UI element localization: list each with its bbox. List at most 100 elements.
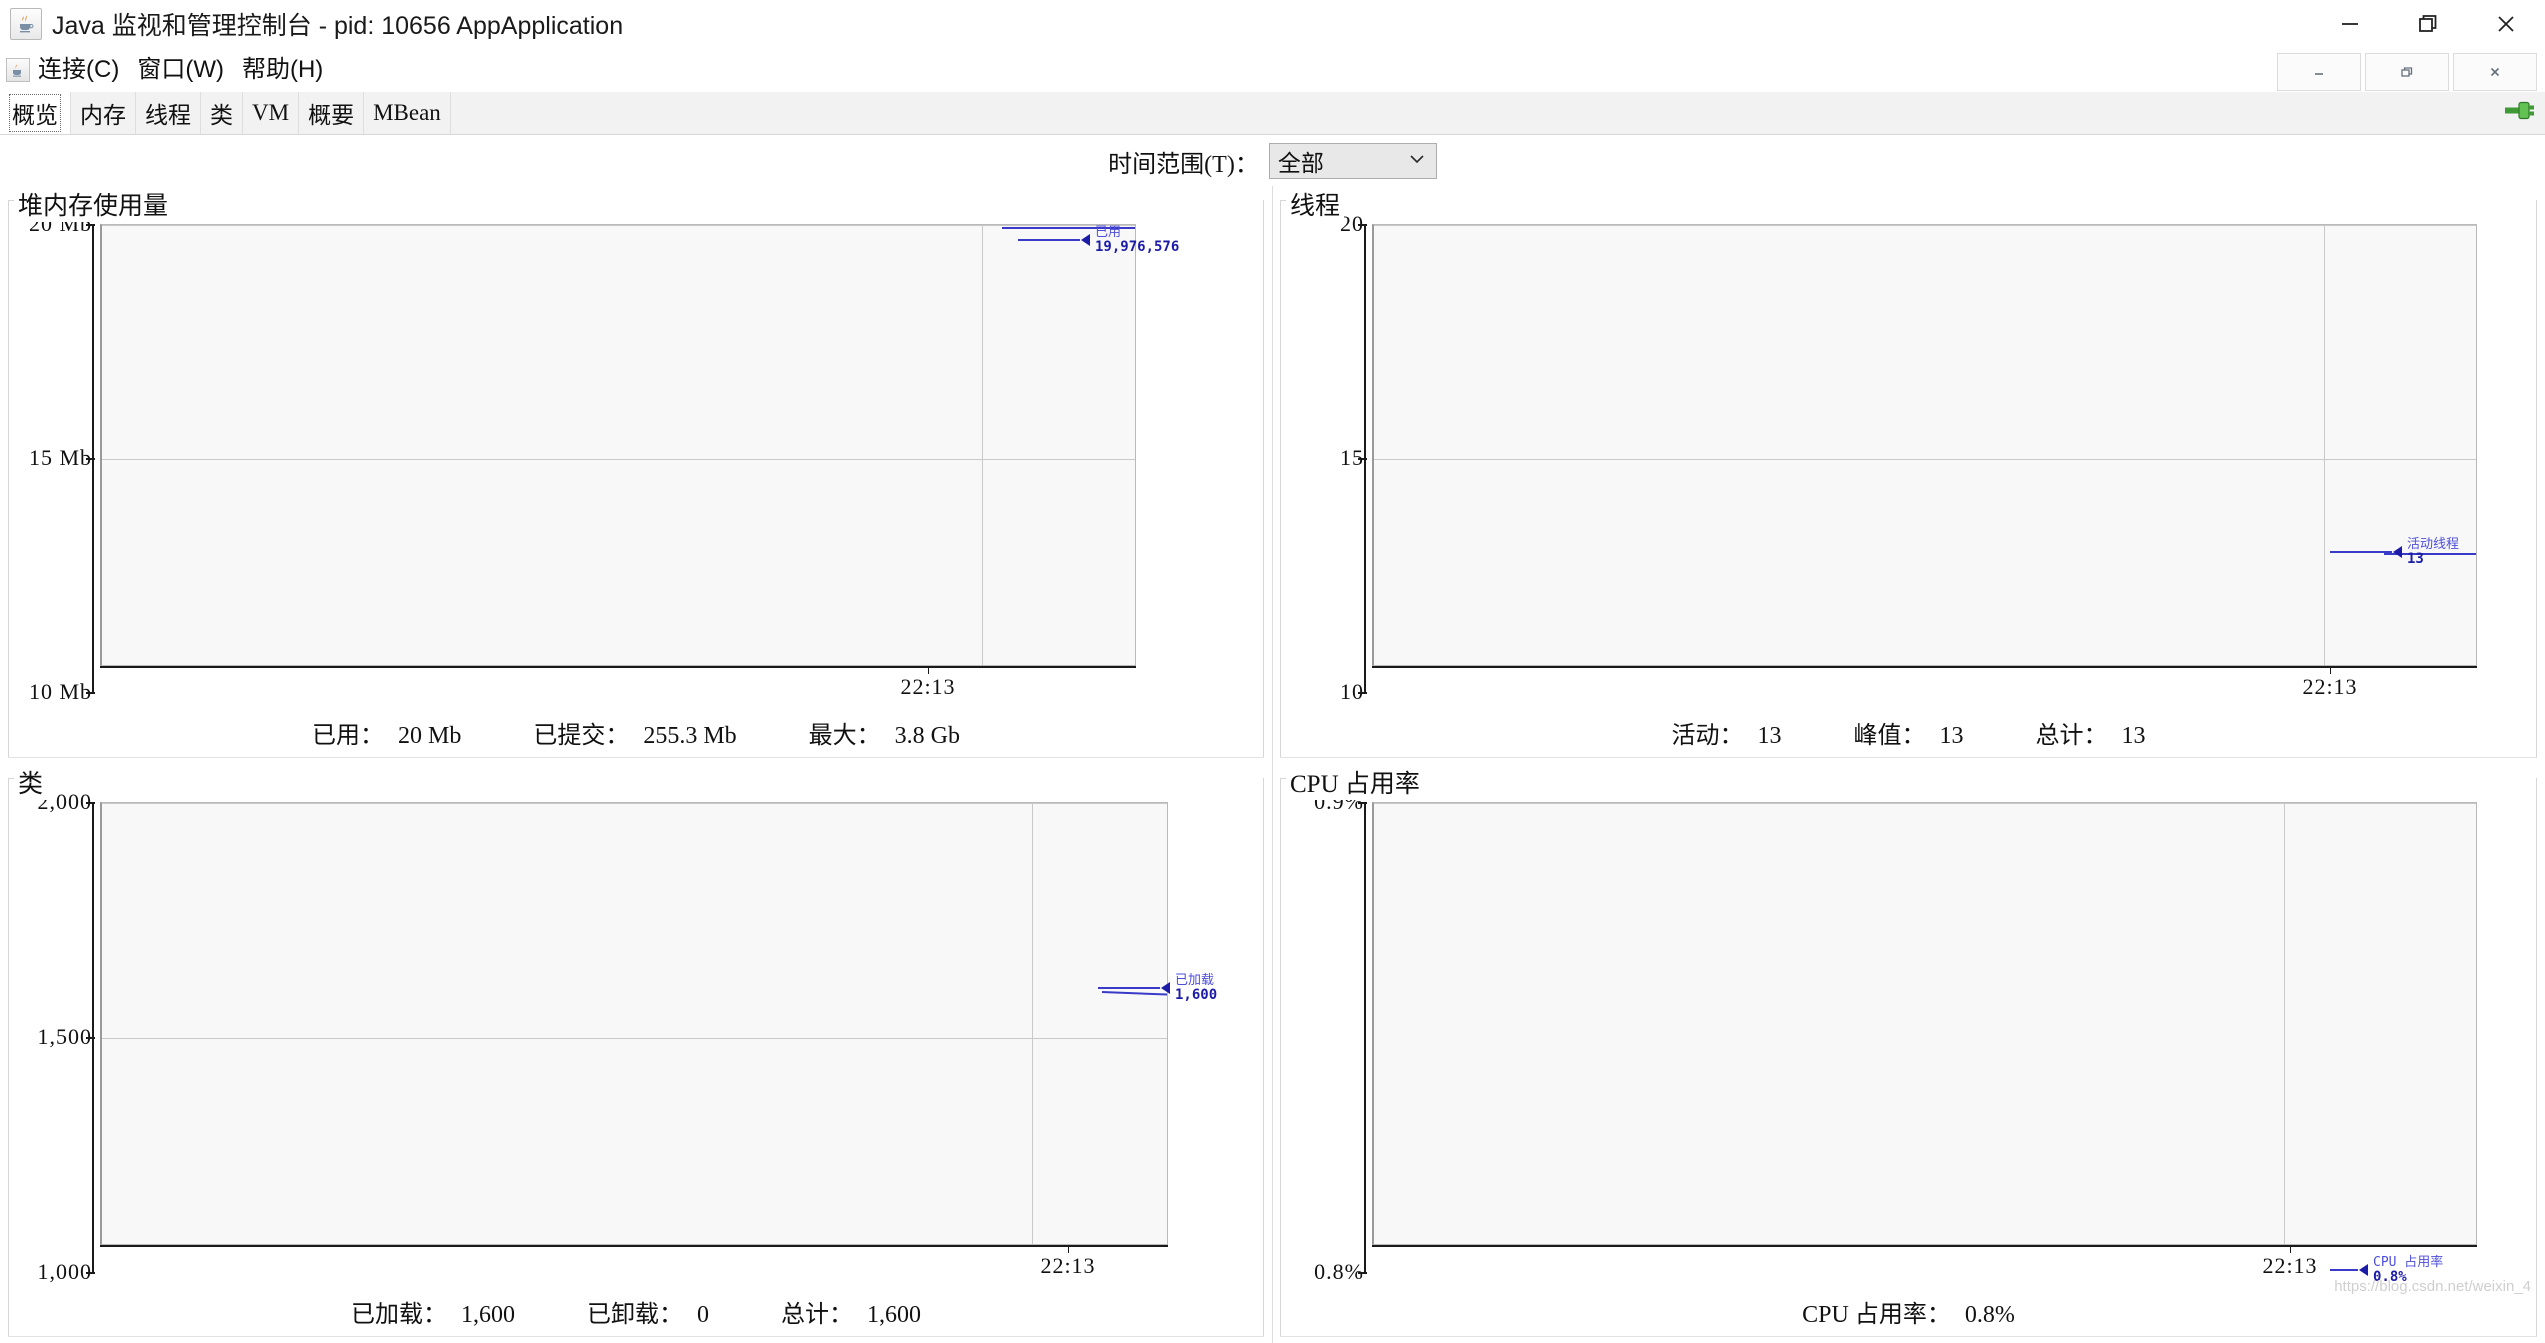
- threads-status-line: 活动： 13 峰值： 13 总计： 13: [1280, 715, 2537, 750]
- minimize-icon[interactable]: [2311, 0, 2389, 48]
- cpu-status-usage-value: 0.8%: [1964, 1302, 2015, 1328]
- threads-legend-value: 13: [2407, 550, 2424, 567]
- classes-plot-area[interactable]: [100, 802, 1168, 1245]
- classes-y-axis: 2,000 1,500 1,000: [8, 789, 100, 1284]
- chart-heap-memory[interactable]: 20 Mb 15 Mb 10 Mb 22:13 已用 19,976,576: [8, 211, 1264, 704]
- cpu-legend: CPU 占用率 0.8%: [2330, 1256, 2443, 1284]
- classes-status-loaded-value: 1,600: [461, 1302, 515, 1328]
- tab-classes[interactable]: 类: [201, 92, 243, 134]
- threads-plot-area[interactable]: [1372, 224, 2477, 666]
- threads-legend: 活动线程 13: [2330, 538, 2459, 566]
- mdi-minimize-icon[interactable]: [2277, 53, 2361, 91]
- panel-threads-title: 线程: [1286, 186, 1345, 222]
- classes-status-total-value: 1,600: [867, 1302, 921, 1328]
- classes-x-tick-time: 22:13: [1040, 1253, 1096, 1278]
- threads-status-total: 总计： 13: [2036, 715, 2146, 750]
- chart-threads[interactable]: 20 15 10 22:13 活动线程 13: [1280, 211, 2537, 704]
- heap-legend-arrow-icon: [1081, 234, 1090, 247]
- cpu-status-usage-label: CPU 占用率：: [1802, 1302, 1951, 1328]
- menu-item-window[interactable]: 窗口(W): [137, 58, 224, 82]
- classes-status-divider: [8, 1336, 1264, 1337]
- threads-legend-name: 活动线程: [2407, 537, 2460, 552]
- cpu-status-usage: CPU 占用率： 0.8%: [1802, 1294, 2015, 1329]
- cpu-legend-arrow-icon: [2359, 1264, 2368, 1277]
- heap-x-tick-time: 22:13: [900, 674, 956, 699]
- window-title: Java 监视和管理控制台 - pid: 10656 AppApplicatio…: [52, 12, 624, 40]
- window-controls: [2311, 0, 2545, 48]
- restore-icon[interactable]: [2389, 0, 2467, 48]
- cpu-status-line: CPU 占用率： 0.8%: [1280, 1294, 2537, 1329]
- threads-y-axis: 20 15 10: [1280, 211, 1372, 704]
- tab-vm[interactable]: VM: [243, 92, 300, 134]
- heap-legend-name: 已用: [1095, 225, 1122, 240]
- chart-cpu-usage[interactable]: 0.9% 0.8% 22:13 CPU 占用率 0.8%: [1280, 789, 2537, 1284]
- cpu-status-divider: [1280, 1336, 2537, 1337]
- threads-status-live-value: 13: [1757, 723, 1782, 749]
- classes-status-loaded: 已加载： 1,600: [351, 1294, 515, 1329]
- tab-memory[interactable]: 内存: [71, 92, 136, 134]
- heap-status-used: 已用： 20 Mb: [312, 715, 461, 750]
- classes-legend-name: 已加载: [1175, 973, 1215, 988]
- heap-status-used-value: 20 Mb: [397, 723, 462, 749]
- chart-classes[interactable]: 2,000 1,500 1,000 22:13 已加载 1,600: [8, 789, 1264, 1284]
- classes-status-total-label: 总计：: [781, 1302, 853, 1328]
- threads-legend-arrow-icon: [2393, 546, 2402, 559]
- panel-cpu-usage: CPU 占用率 0.9% 0.8% 22:13 CPU 占用率 0.8% CPU…: [1272, 764, 2545, 1343]
- threads-status-total-label: 总计：: [2035, 723, 2108, 749]
- tab-overview[interactable]: 概览: [0, 92, 71, 134]
- panel-threads: 线程 20 15 10 22:13 活动线程 13 活动： 13 峰值： 13 …: [1272, 186, 2545, 764]
- heap-status-max-value: 3.8 Gb: [894, 723, 961, 749]
- tab-threads[interactable]: 线程: [136, 92, 201, 134]
- menu-item-connect[interactable]: 连接(C): [38, 58, 119, 82]
- threads-status-peak-value: 13: [1939, 723, 1964, 749]
- heap-status-committed-value: 255.3 Mb: [643, 723, 737, 749]
- classes-legend-value: 1,600: [1175, 986, 1218, 1003]
- heap-y-tick-15: 15 Mb: [28, 445, 92, 470]
- classes-status-unloaded-label: 已卸载：: [587, 1302, 683, 1328]
- threads-status-divider: [1280, 757, 2537, 758]
- threads-status-live: 活动： 13: [1672, 715, 1782, 750]
- threads-status-total-value: 13: [2121, 723, 2146, 749]
- heap-status-max-label: 最大：: [808, 723, 881, 749]
- classes-status-unloaded-value: 0: [697, 1302, 709, 1328]
- cpu-plot-area[interactable]: [1372, 802, 2477, 1245]
- panel-heap-memory: 堆内存使用量 20 Mb 15 Mb 10 Mb 22:13 已用 19,976…: [0, 186, 1272, 764]
- tab-summary[interactable]: 概要: [299, 92, 365, 134]
- panel-heap-memory-title: 堆内存使用量: [14, 186, 173, 222]
- mdi-close-icon[interactable]: [2453, 53, 2537, 91]
- tab-vm-label: VM: [252, 100, 290, 125]
- classes-y-tick-1500: 1,500: [37, 1024, 92, 1049]
- heap-status-used-label: 已用：: [311, 723, 384, 749]
- mdi-restore-icon[interactable]: [2365, 53, 2449, 91]
- tab-classes-label: 类: [210, 103, 233, 128]
- classes-status-line: 已加载： 1,600 已卸载： 0 总计： 1,600: [8, 1294, 1264, 1329]
- cpu-legend-value: 0.8%: [2373, 1268, 2407, 1285]
- close-icon[interactable]: [2467, 0, 2545, 48]
- classes-status-loaded-label: 已加载：: [351, 1302, 447, 1328]
- menubar: 连接(C) 窗口(W) 帮助(H): [0, 48, 2545, 92]
- classes-legend: 已加载 1,600: [1098, 974, 1217, 1002]
- cpu-y-tick-08: 0.8%: [1314, 1259, 1364, 1284]
- heap-legend-swatch: [1018, 239, 1080, 242]
- classes-y-tick-1000: 1,000: [37, 1259, 92, 1284]
- heap-status-committed-label: 已提交：: [533, 723, 630, 749]
- tab-threads-label: 线程: [145, 103, 191, 128]
- threads-legend-swatch: [2330, 551, 2392, 554]
- threads-status-peak: 峰值： 13: [1854, 715, 1964, 750]
- time-range-value: 全部: [1277, 151, 1324, 176]
- menu-item-help[interactable]: 帮助(H): [242, 58, 323, 82]
- heap-y-axis: 20 Mb 15 Mb 10 Mb: [8, 211, 100, 704]
- tab-mbean[interactable]: MBean: [364, 92, 451, 134]
- tab-bar: 概览 内存 线程 类 VM 概要 MBean: [0, 92, 2545, 135]
- heap-status-line: 已用： 20 Mb 已提交： 255.3 Mb 最大： 3.8 Gb: [8, 715, 1264, 750]
- cpu-x-tick-time: 22:13: [2262, 1253, 2318, 1278]
- heap-status-max: 最大： 3.8 Gb: [809, 715, 960, 750]
- chevron-down-icon: [1408, 152, 1426, 170]
- time-range-select[interactable]: 全部: [1268, 143, 1437, 179]
- classes-legend-arrow-icon: [1161, 982, 1170, 995]
- heap-plot-area[interactable]: [100, 224, 1136, 666]
- java-frame-icon: [6, 58, 30, 82]
- threads-x-tick-time: 22:13: [2302, 674, 2358, 699]
- mdi-window-controls: [2277, 53, 2537, 91]
- heap-y-tick-10: 10 Mb: [28, 679, 92, 704]
